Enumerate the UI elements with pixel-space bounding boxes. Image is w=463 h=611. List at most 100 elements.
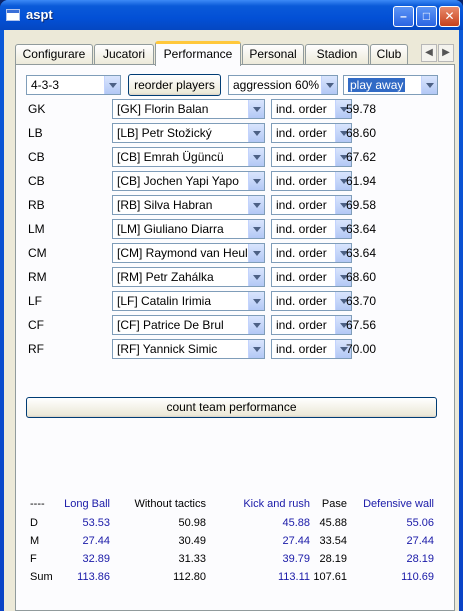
tab-jucatori[interactable]: Jucatori	[94, 44, 154, 65]
player-select[interactable]: [RM] Petr Zahálka	[112, 267, 265, 287]
position-label: GK	[28, 102, 46, 116]
player-select[interactable]: [CM] Raymond van Heulen	[112, 243, 265, 263]
order-select[interactable]: ind. order	[271, 267, 352, 287]
tab-strip: Configurare Jucatori Performance Persona…	[15, 41, 455, 66]
reorder-players-button[interactable]: reorder players	[128, 74, 221, 96]
stats-header: Long Ball	[64, 498, 110, 510]
stats-value: 45.88	[282, 517, 310, 529]
stats-value: 53.53	[82, 517, 110, 529]
stats-value: 31.33	[178, 553, 206, 565]
stats-header: Without tactics	[134, 498, 206, 510]
order-select[interactable]: ind. order	[271, 219, 352, 239]
tab-configurare[interactable]: Configurare	[15, 44, 93, 65]
player-score: 59.78	[346, 102, 377, 116]
minimize-button[interactable]: –	[393, 6, 414, 27]
chevron-down-icon	[248, 268, 264, 286]
tab-personal[interactable]: Personal	[242, 44, 304, 65]
chevron-down-icon	[248, 244, 264, 262]
chevron-down-icon	[248, 292, 264, 310]
position-label: LM	[28, 222, 45, 236]
stats-row-label: Sum	[30, 571, 53, 583]
order-select[interactable]: ind. order	[271, 99, 352, 119]
stats-value: 27.44	[282, 535, 310, 547]
stats-header: Pase	[321, 498, 347, 510]
stats-header: Defensive wall	[363, 498, 434, 510]
position-label: CF	[28, 318, 44, 332]
chevron-down-icon	[248, 100, 264, 118]
position-label: CB	[28, 150, 45, 164]
tab-stadion[interactable]: Stadion	[305, 44, 369, 65]
venue-select[interactable]: play away	[343, 75, 438, 95]
stats-value: 28.19	[406, 553, 434, 565]
stats-value: 112.80	[173, 571, 206, 583]
position-label: CB	[28, 174, 45, 188]
maximize-button[interactable]: □	[416, 6, 437, 27]
player-select[interactable]: [RF] Yannick Simic	[112, 339, 265, 359]
tab-performance[interactable]: Performance	[155, 41, 241, 66]
chevron-down-icon	[248, 172, 264, 190]
player-score: 61.94	[346, 174, 377, 188]
player-select[interactable]: [LM] Giuliano Diarra	[112, 219, 265, 239]
order-select[interactable]: ind. order	[271, 123, 352, 143]
player-select[interactable]: [LB] Petr Stožický	[112, 123, 265, 143]
position-label: LF	[28, 294, 43, 308]
stats-value: 30.49	[178, 535, 206, 547]
player-score: 63.64	[346, 222, 377, 236]
order-select[interactable]: ind. order	[271, 315, 352, 335]
chevron-down-icon	[248, 340, 264, 358]
window-title: aspt	[26, 7, 53, 22]
stats-value: 39.79	[282, 553, 310, 565]
client-area: Configurare Jucatori Performance Persona…	[4, 30, 459, 611]
tab-scroll-right-icon[interactable]: ▶	[438, 44, 454, 62]
tab-scroll-left-icon[interactable]: ◀	[421, 44, 437, 62]
chevron-down-icon	[248, 220, 264, 238]
order-select[interactable]: ind. order	[271, 243, 352, 263]
chevron-down-icon	[321, 76, 337, 94]
stats-value: 50.98	[178, 517, 206, 529]
stats-row-label: D	[30, 517, 38, 529]
chevron-down-icon	[104, 76, 120, 94]
app-icon	[6, 9, 20, 21]
player-select[interactable]: [CF] Patrice De Brul	[112, 315, 265, 335]
player-select[interactable]: [CB] Emrah Ügüncü	[112, 147, 265, 167]
stats-value: 113.86	[77, 571, 110, 583]
order-select[interactable]: ind. order	[271, 195, 352, 215]
performance-panel: 4-3-3 reorder players aggression 60% pla…	[15, 64, 455, 611]
position-label: RB	[28, 198, 45, 212]
player-score: 67.56	[346, 318, 377, 332]
stats-value: 113.11	[277, 571, 310, 583]
stats-header-corner: ----	[30, 498, 45, 510]
order-select[interactable]: ind. order	[271, 171, 352, 191]
chevron-down-icon	[248, 148, 264, 166]
player-score: 67.62	[346, 150, 377, 164]
order-select[interactable]: ind. order	[271, 291, 352, 311]
player-select[interactable]: [LF] Catalin Irimia	[112, 291, 265, 311]
chevron-down-icon	[248, 196, 264, 214]
stats-value: 33.54	[319, 535, 347, 547]
formation-select[interactable]: 4-3-3	[26, 75, 121, 95]
player-select[interactable]: [GK] Florin Balan	[112, 99, 265, 119]
app-window: aspt – □ ✕ Configurare Jucatori Performa…	[0, 0, 463, 611]
player-score: 70.00	[346, 342, 377, 356]
player-select[interactable]: [RB] Silva Habran	[112, 195, 265, 215]
chevron-down-icon	[248, 316, 264, 334]
title-bar[interactable]: aspt – □ ✕	[0, 0, 463, 30]
aggression-select[interactable]: aggression 60%	[228, 75, 338, 95]
chevron-down-icon	[421, 76, 437, 94]
player-score: 63.64	[346, 246, 377, 260]
close-button[interactable]: ✕	[439, 6, 460, 27]
tab-club[interactable]: Club	[370, 44, 408, 65]
stats-row-label: M	[30, 535, 40, 547]
order-select[interactable]: ind. order	[271, 339, 352, 359]
chevron-down-icon	[248, 124, 264, 142]
count-team-performance-button[interactable]: count team performance	[26, 397, 437, 418]
player-select[interactable]: [CB] Jochen Yapi Yapo	[112, 171, 265, 191]
stats-row-label: F	[30, 553, 37, 565]
stats-value: 107.61	[313, 571, 347, 583]
order-select[interactable]: ind. order	[271, 147, 352, 167]
stats-header: Kick and rush	[243, 498, 310, 510]
position-label: RM	[28, 270, 47, 284]
stats-value: 27.44	[82, 535, 110, 547]
position-label: CM	[28, 246, 47, 260]
player-score: 68.60	[346, 126, 377, 140]
